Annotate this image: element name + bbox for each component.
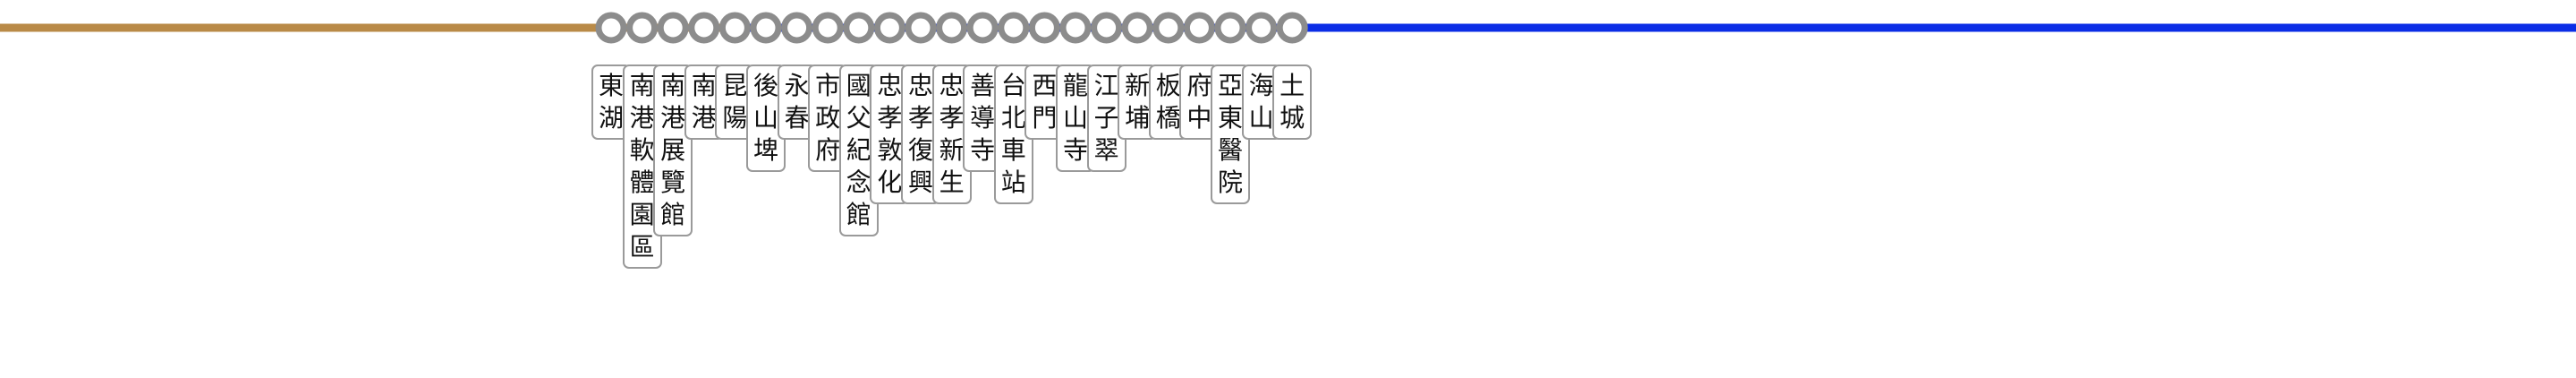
station-marker <box>812 12 844 44</box>
station-name-char: 館 <box>846 200 871 229</box>
station-name-char: 車 <box>1000 135 1026 165</box>
station-marker <box>657 12 689 44</box>
station-name-char: 土 <box>1279 71 1305 100</box>
station-name-char: 院 <box>1217 168 1243 197</box>
station-marker <box>626 12 659 44</box>
station-marker <box>1091 12 1123 44</box>
station-marker <box>1276 12 1308 44</box>
station-marker <box>1245 12 1278 44</box>
station-marker <box>966 12 999 44</box>
station-name-char: 生 <box>939 168 965 197</box>
station-name-char: 區 <box>629 232 655 262</box>
station-name-char: 覽 <box>660 168 686 197</box>
station-marker <box>1152 12 1185 44</box>
station-marker <box>595 12 627 44</box>
station-marker <box>905 12 937 44</box>
station-marker <box>781 12 813 44</box>
station-marker <box>750 12 782 44</box>
station-marker <box>1183 12 1215 44</box>
station-label: 土城 <box>1272 64 1313 140</box>
station-marker <box>873 12 905 44</box>
station-name-char: 翠 <box>1093 135 1119 165</box>
station-name-char: 館 <box>660 200 686 229</box>
station-marker <box>688 12 720 44</box>
station-marker <box>1059 12 1092 44</box>
station-marker <box>1214 12 1246 44</box>
station-marker <box>718 12 751 44</box>
station-marker <box>1121 12 1153 44</box>
station-name-char: 醫 <box>1217 135 1243 165</box>
station-name-char: 展 <box>660 135 686 165</box>
station-marker <box>936 12 968 44</box>
station-marker <box>843 12 875 44</box>
route-map <box>0 12 2576 44</box>
station-marker <box>1028 12 1060 44</box>
station-markers <box>595 12 1308 44</box>
station-name-char: 埤 <box>752 135 778 165</box>
station-name-char: 站 <box>1000 168 1026 197</box>
station-name-char: 城 <box>1279 103 1305 133</box>
station-marker <box>998 12 1030 44</box>
